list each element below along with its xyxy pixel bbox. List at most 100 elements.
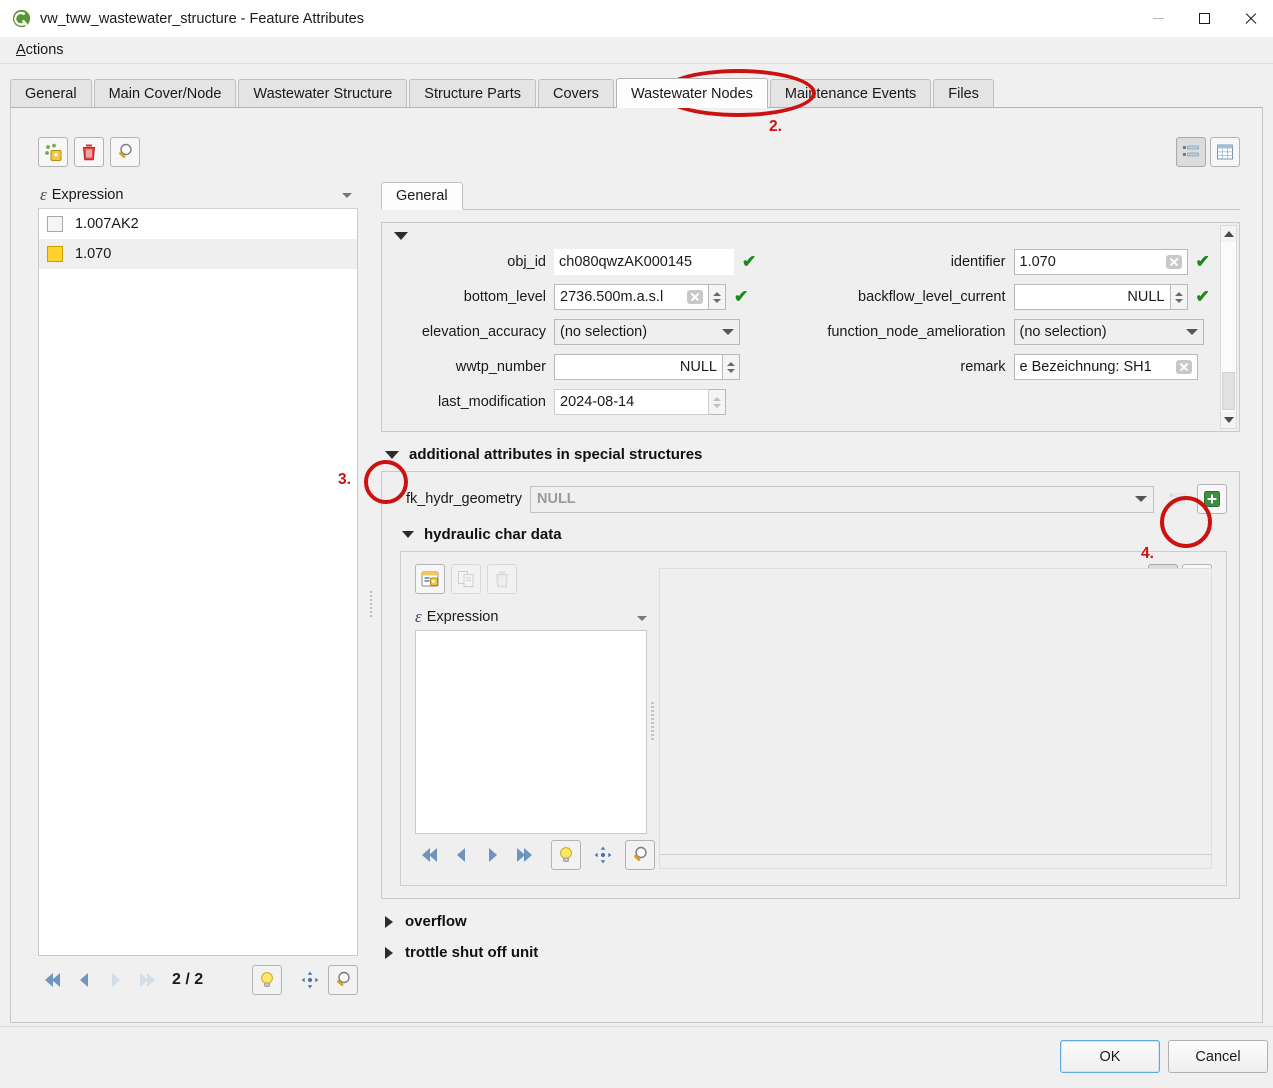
last-feature-icon[interactable] xyxy=(511,841,539,869)
section-title: additional attributes in special structu… xyxy=(409,446,703,463)
tab-general[interactable]: General xyxy=(10,79,92,108)
valid-check-icon: ✔ xyxy=(1195,252,1210,271)
first-feature-icon[interactable] xyxy=(415,841,443,869)
tab-structure-parts[interactable]: Structure Parts xyxy=(409,79,536,108)
attribute-editor: General obj_id ch080qwzAK000145 ✔ bottom… xyxy=(381,181,1240,1000)
tab-wastewater-nodes[interactable]: Wastewater Nodes xyxy=(615,78,768,108)
pan-to-feature-icon[interactable] xyxy=(589,841,617,869)
remark-input[interactable]: e Bezeichnung: SH1 xyxy=(1013,354,1198,380)
zoom-to-feature-icon[interactable] xyxy=(328,965,358,995)
feature-list[interactable]: 1.007AK2 1.070 xyxy=(38,209,358,956)
form-collapse-toggle[interactable] xyxy=(394,232,408,240)
first-feature-icon[interactable] xyxy=(38,966,66,994)
bottom-level-input[interactable]: 2736.500m.a.s.l xyxy=(554,284,709,310)
previous-feature-icon[interactable] xyxy=(447,841,475,869)
scroll-down-icon[interactable] xyxy=(1221,412,1236,428)
bottom-level-stepper[interactable] xyxy=(709,284,726,310)
general-form-container: obj_id ch080qwzAK000145 ✔ bottom_level 2… xyxy=(381,222,1240,432)
last-modification-stepper[interactable] xyxy=(709,389,726,415)
tab-main-cover-node[interactable]: Main Cover/Node xyxy=(93,79,237,108)
special-structures-header[interactable]: additional attributes in special structu… xyxy=(381,446,1240,463)
zoom-to-selection-icon[interactable] xyxy=(110,137,140,167)
tab-general-inner[interactable]: General xyxy=(381,182,463,210)
open-related-feature-icon xyxy=(1162,484,1192,514)
ok-button[interactable]: OK xyxy=(1060,1040,1160,1073)
field-row-remark: remark e Bezeichnung: SH1 xyxy=(806,354,1218,380)
chevron-down-icon[interactable] xyxy=(342,193,352,198)
hydraulic-pane-splitter[interactable] xyxy=(651,702,654,742)
section-overflow[interactable]: overflow xyxy=(385,913,1240,930)
select-features-icon[interactable] xyxy=(38,137,68,167)
elevation-accuracy-select[interactable]: (no selection) xyxy=(554,319,740,345)
section-trottle-shut-off-unit[interactable]: trottle shut off unit xyxy=(385,944,1240,961)
section-title: hydraulic char data xyxy=(424,526,562,543)
hydraulic-char-data-list[interactable] xyxy=(415,630,647,834)
field-label: elevation_accuracy xyxy=(421,324,546,340)
add-new-feature-plus-icon[interactable] xyxy=(1197,484,1227,514)
qgis-logo-icon xyxy=(12,9,31,28)
close-icon[interactable] xyxy=(1227,0,1273,37)
field-row-elevation-accuracy: elevation_accuracy (no selection) xyxy=(390,319,800,345)
zoom-to-feature-icon[interactable] xyxy=(625,840,655,870)
field-row-identifier: identifier 1.070 ✔ xyxy=(806,249,1218,275)
cancel-button[interactable]: Cancel xyxy=(1168,1040,1268,1073)
dialog-footer: OK Cancel xyxy=(0,1026,1273,1088)
list-item[interactable]: 1.007AK2 xyxy=(39,209,357,239)
backflow-level-stepper[interactable] xyxy=(1170,284,1188,310)
hydraulic-navigation-bar xyxy=(415,840,655,870)
highlight-bulb-icon[interactable] xyxy=(551,840,581,870)
valid-check-icon: ✔ xyxy=(734,287,749,306)
clear-icon[interactable] xyxy=(1165,255,1182,269)
clear-icon[interactable] xyxy=(687,290,703,304)
special-structures-collapse-toggle[interactable] xyxy=(385,450,399,459)
highlight-bulb-icon[interactable] xyxy=(252,965,282,995)
hydraulic-char-data-header[interactable]: hydraulic char data xyxy=(402,526,1227,543)
previous-feature-icon[interactable] xyxy=(70,966,98,994)
tab-covers[interactable]: Covers xyxy=(538,79,614,108)
hydraulic-expression-selector-row[interactable]: ε Expression xyxy=(415,604,647,630)
hydraulic-form-placeholder xyxy=(659,568,1212,869)
wwtp-number-stepper[interactable] xyxy=(723,354,740,380)
pane-splitter[interactable] xyxy=(366,181,376,1000)
form-scrollbar[interactable] xyxy=(1220,225,1237,429)
backflow-level-input[interactable]: NULL xyxy=(1013,284,1171,310)
scroll-up-icon[interactable] xyxy=(1221,226,1236,242)
minimize-icon[interactable] xyxy=(1135,0,1181,37)
chevron-right-icon[interactable] xyxy=(385,946,393,959)
pan-to-feature-icon[interactable] xyxy=(296,966,324,994)
hydraulic-char-data-collapse-toggle[interactable] xyxy=(402,531,414,538)
feature-swatch[interactable] xyxy=(47,246,63,262)
window-title-bar: vw_tww_wastewater_structure - Feature At… xyxy=(0,0,1273,37)
scrollbar-thumb[interactable] xyxy=(1222,372,1235,410)
clear-icon[interactable] xyxy=(1175,360,1192,374)
chevron-down-icon[interactable] xyxy=(637,616,647,621)
field-row-last-modification: last_modification 2024-08-14 xyxy=(390,389,800,415)
view-mode-toolbar xyxy=(1176,137,1240,167)
menu-item-actions[interactable]: AActionsctions xyxy=(12,40,68,60)
list-item-label: 1.070 xyxy=(75,246,112,262)
field-label: identifier xyxy=(950,254,1006,270)
add-child-feature-icon[interactable] xyxy=(415,564,445,594)
expression-selector-row[interactable]: ε Expression xyxy=(38,181,358,209)
function-node-amelioration-select[interactable]: (no selection) xyxy=(1013,319,1204,345)
tab-wastewater-structure[interactable]: Wastewater Structure xyxy=(238,79,408,108)
tab-maintenance-events[interactable]: Maintenance Events xyxy=(769,79,932,108)
page-indicator: 2 / 2 xyxy=(172,971,204,988)
fk-hydr-geometry-select[interactable]: NULL xyxy=(530,485,1154,513)
obj-id-input[interactable]: ch080qwzAK000145 xyxy=(554,249,734,275)
chevron-down-icon xyxy=(722,329,734,335)
inner-tab-strip: General xyxy=(381,181,1240,210)
chevron-right-icon[interactable] xyxy=(385,915,393,928)
wwtp-number-input[interactable]: NULL xyxy=(554,354,723,380)
feature-swatch[interactable] xyxy=(47,216,63,232)
identifier-input[interactable]: 1.070 xyxy=(1013,249,1188,275)
last-modification-input[interactable]: 2024-08-14 xyxy=(554,389,709,415)
form-view-icon[interactable] xyxy=(1176,137,1206,167)
table-view-icon[interactable] xyxy=(1210,137,1240,167)
list-item[interactable]: 1.070 xyxy=(39,239,357,269)
tab-files[interactable]: Files xyxy=(933,79,994,108)
maximize-icon[interactable] xyxy=(1181,0,1227,37)
next-feature-icon[interactable] xyxy=(479,841,507,869)
delete-child-feature-icon xyxy=(487,564,517,594)
delete-trash-icon[interactable] xyxy=(74,137,104,167)
